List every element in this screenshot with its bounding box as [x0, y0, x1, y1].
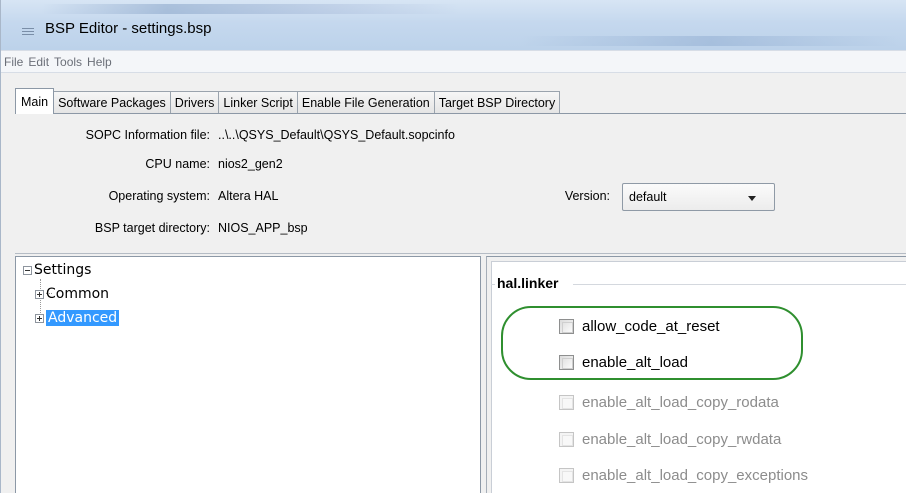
title-bar: BSP Editor - settings.bsp — [1, 0, 906, 50]
option-label: enable_alt_load_copy_exceptions — [582, 467, 809, 484]
os-label: Operating system: — [108, 189, 210, 203]
tab-drivers[interactable]: Drivers — [169, 91, 220, 114]
os-value: Altera HAL — [218, 189, 279, 203]
tab-main[interactable]: Main — [15, 88, 55, 114]
menu-help[interactable]: Help — [87, 55, 112, 69]
tree-item-advanced[interactable]: Advanced — [35, 310, 120, 326]
tree-item-label-selected: Advanced — [46, 310, 120, 326]
bsp-editor-window: BSP Editor - settings.bsp File Edit Tool… — [0, 0, 906, 493]
bsp-dir-value: NIOS_APP_bsp — [218, 221, 308, 235]
tab-linker-script[interactable]: Linker Script — [218, 91, 298, 114]
group-border — [491, 284, 495, 285]
tree-item-label: Settings — [34, 262, 92, 278]
highlight-annotation — [501, 306, 803, 380]
sopc-info-label: SOPC Information file: — [85, 128, 210, 142]
checkbox — [559, 468, 574, 483]
option-label: enable_alt_load_copy_rodata — [582, 394, 779, 411]
collapse-icon[interactable] — [23, 265, 32, 275]
tab-enable-file-generation[interactable]: Enable File Generation — [296, 91, 435, 114]
tab-target-bsp-directory[interactable]: Target BSP Directory — [433, 91, 561, 114]
sopc-info-value: ..\..\QSYS_Default\QSYS_Default.sopcinfo — [218, 128, 455, 142]
option-enable-alt-load-copy-rwdata: enable_alt_load_copy_rwdata — [559, 431, 781, 448]
cpu-name-label: CPU name: — [145, 157, 210, 171]
group-border — [573, 284, 906, 285]
pane-divider — [15, 253, 906, 254]
app-icon — [22, 27, 34, 35]
checkbox — [559, 395, 574, 410]
version-dropdown[interactable]: default — [622, 183, 775, 211]
option-label: enable_alt_load_copy_rwdata — [582, 431, 782, 448]
tree-item-settings[interactable]: Settings — [23, 262, 91, 278]
title-bar-blur — [41, 4, 461, 14]
menu-bar: File Edit Tools Help — [1, 50, 906, 73]
tree-item-label: Common — [46, 286, 110, 302]
option-enable-alt-load-copy-rodata: enable_alt_load_copy_rodata — [559, 394, 779, 411]
expand-icon[interactable] — [35, 313, 44, 323]
tab-body-border — [15, 113, 906, 114]
cpu-name-value: nios2_gen2 — [218, 157, 283, 171]
menu-edit[interactable]: Edit — [28, 55, 49, 69]
tab-strip: Main Software Packages Drivers Linker Sc… — [15, 88, 561, 114]
menu-tools[interactable]: Tools — [54, 55, 82, 69]
option-enable-alt-load-copy-exceptions: enable_alt_load_copy_exceptions — [559, 467, 808, 484]
menu-file[interactable]: File — [4, 55, 23, 69]
tab-software-packages[interactable]: Software Packages — [53, 91, 171, 114]
group-title: hal.linker — [497, 275, 559, 291]
expand-icon[interactable] — [35, 289, 44, 299]
version-label: Version: — [564, 189, 610, 203]
version-selected-value: default — [629, 190, 667, 204]
window-title: BSP Editor - settings.bsp — [45, 20, 212, 37]
tree-item-common[interactable]: Common — [35, 286, 109, 302]
title-bar-blur — [521, 36, 901, 46]
bsp-dir-label: BSP target directory: — [94, 221, 210, 235]
checkbox — [559, 432, 574, 447]
chevron-down-icon — [748, 196, 756, 201]
